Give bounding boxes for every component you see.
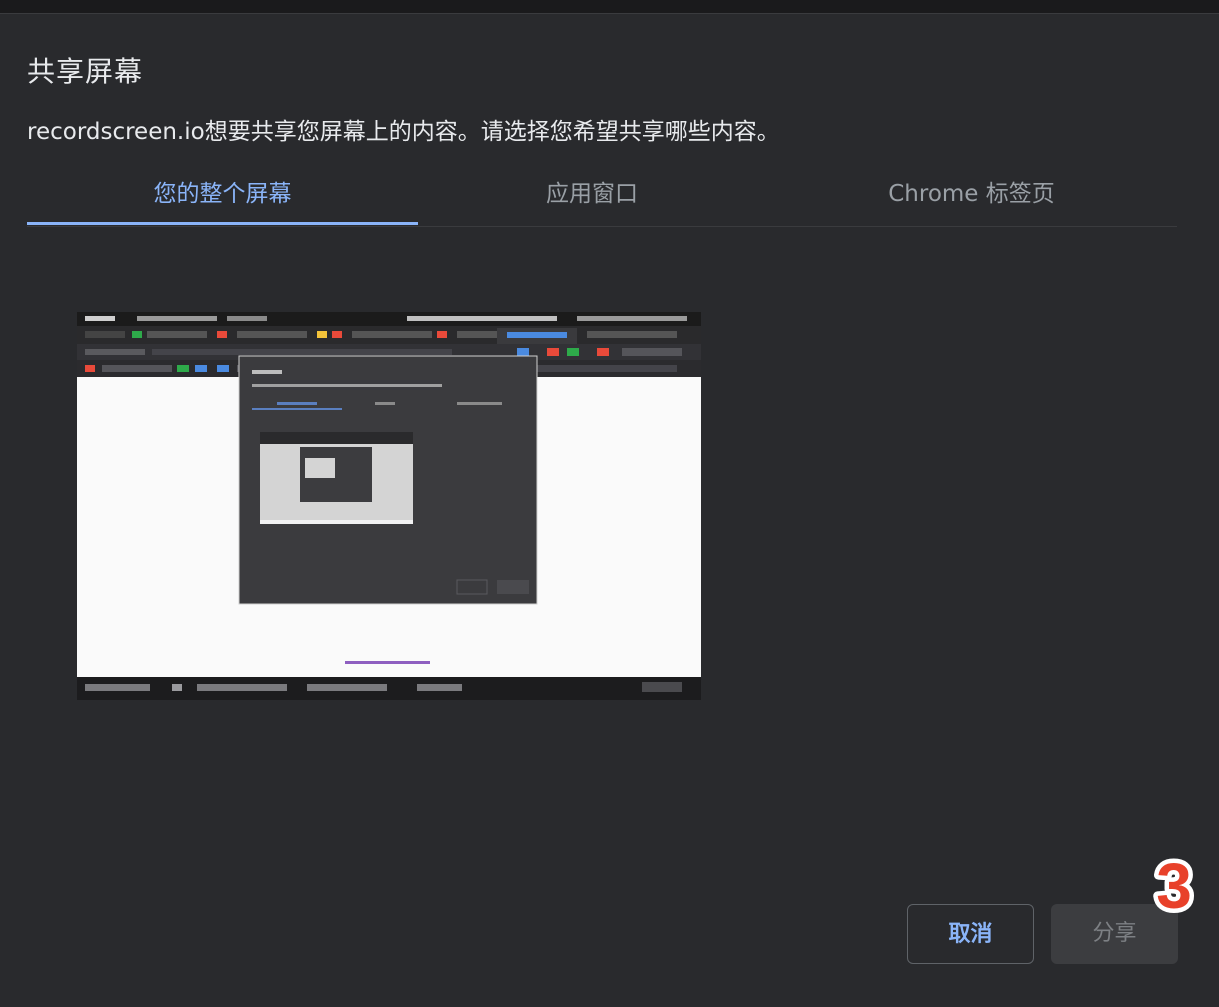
top-window-edge [0,0,1219,14]
step-number-text: 3 [1156,852,1192,918]
dialog-title: 共享屏幕 [27,55,144,88]
step-number-badge: 3 3 [1152,852,1197,918]
cancel-button[interactable]: 取消 [907,904,1034,964]
tab-application-window[interactable]: 应用窗口 [418,164,766,224]
dialog-description: recordscreen.io想要共享您屏幕上的内容。请选择您希望共享哪些内容。 [27,119,780,145]
screen-preview-image [77,312,701,700]
tab-chrome-tab[interactable]: Chrome 标签页 [766,164,1177,224]
share-source-tabs: 您的整个屏幕 应用窗口 Chrome 标签页 [27,164,1177,227]
active-tab-indicator [27,222,418,225]
screen-thumbnail[interactable] [77,312,701,700]
tab-entire-screen[interactable]: 您的整个屏幕 [27,164,418,224]
share-screen-dialog: 共享屏幕 recordscreen.io想要共享您屏幕上的内容。请选择您希望共享… [0,14,1219,1007]
